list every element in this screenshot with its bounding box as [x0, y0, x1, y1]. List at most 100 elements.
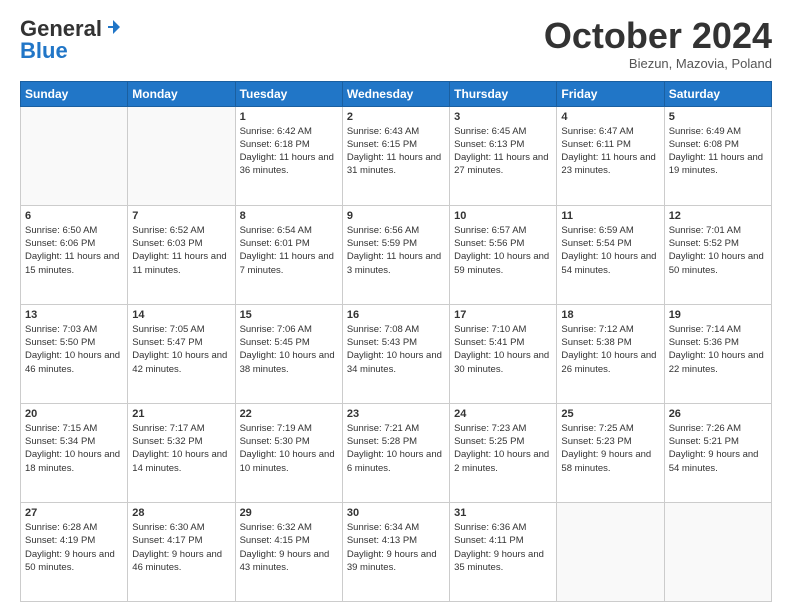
col-thursday: Thursday [450, 81, 557, 106]
day-number: 24 [454, 408, 552, 420]
day-number: 16 [347, 309, 445, 321]
day-number: 18 [561, 309, 659, 321]
logo: General Blue [20, 16, 122, 64]
day-number: 23 [347, 408, 445, 420]
day-cell-0-5: 4Sunrise: 6:47 AM Sunset: 6:11 PM Daylig… [557, 106, 664, 205]
day-info: Sunrise: 6:57 AM Sunset: 5:56 PM Dayligh… [454, 224, 552, 277]
day-number: 9 [347, 210, 445, 222]
day-cell-1-3: 9 Sunrise: 6:56 AM Sunset: 5:59 PM Daylig… [342, 205, 449, 304]
day-cell-1-4: 10 Sunrise: 6:57 AM Sunset: 5:56 PM Dayli… [450, 205, 557, 304]
day-cell-2-1: 14Sunrise: 7:05 AM Sunset: 5:47 PM Dayli… [128, 304, 235, 403]
day-cell-0-1 [128, 106, 235, 205]
day-cell-2-2: 15Sunrise: 7:06 AM Sunset: 5:45 PM Dayli… [235, 304, 342, 403]
day-info: Sunrise: 7:06 AM Sunset: 5:45 PM Dayligh… [240, 323, 338, 376]
day-number: 4 [561, 111, 659, 123]
day-cell-0-6: 5 Sunrise: 6:49 AM Sunset: 6:08 PM Daylig… [664, 106, 771, 205]
day-info: Sunrise: 7:21 AM Sunset: 5:28 PM Dayligh… [347, 422, 445, 475]
day-cell-0-4: 3 Sunrise: 6:45 AM Sunset: 6:13 PM Daylig… [450, 106, 557, 205]
location-subtitle: Biezun, Mazovia, Poland [544, 56, 772, 71]
day-info: Sunrise: 6:28 AM Sunset: 4:19 PM Dayligh… [25, 521, 123, 574]
day-number: 8 [240, 210, 338, 222]
day-info: Sunrise: 7:25 AM Sunset: 5:23 PM Dayligh… [561, 422, 659, 475]
day-number: 26 [669, 408, 767, 420]
day-number: 30 [347, 507, 445, 519]
day-cell-4-6 [664, 502, 771, 601]
day-cell-0-0 [21, 106, 128, 205]
day-info: Sunrise: 6:56 AM Sunset: 5:59 PM Dayligh… [347, 224, 445, 277]
day-number: 6 [25, 210, 123, 222]
day-number: 7 [132, 210, 230, 222]
day-cell-3-0: 20Sunrise: 7:15 AM Sunset: 5:34 PM Dayli… [21, 403, 128, 502]
day-cell-3-4: 24 Sunrise: 7:23 AM Sunset: 5:25 PM Dayli… [450, 403, 557, 502]
col-sunday: Sunday [21, 81, 128, 106]
calendar-header-row: Sunday Monday Tuesday Wednesday Thursday… [21, 81, 772, 106]
day-cell-0-2: 1 Sunrise: 6:42 AM Sunset: 6:18 PM Daylig… [235, 106, 342, 205]
week-row-4: 20Sunrise: 7:15 AM Sunset: 5:34 PM Dayli… [21, 403, 772, 502]
day-number: 28 [132, 507, 230, 519]
day-number: 3 [454, 111, 552, 123]
day-info: Sunrise: 7:10 AM Sunset: 5:41 PM Dayligh… [454, 323, 552, 376]
day-info: Sunrise: 6:30 AM Sunset: 4:17 PM Dayligh… [132, 521, 230, 574]
day-cell-3-3: 23 Sunrise: 7:21 AM Sunset: 5:28 PM Dayli… [342, 403, 449, 502]
day-number: 5 [669, 111, 767, 123]
day-cell-4-2: 29 Sunrise: 6:32 AM Sunset: 4:15 PM Dayli… [235, 502, 342, 601]
week-row-1: 1 Sunrise: 6:42 AM Sunset: 6:18 PM Daylig… [21, 106, 772, 205]
day-cell-4-4: 31Sunrise: 6:36 AM Sunset: 4:11 PM Dayli… [450, 502, 557, 601]
day-cell-1-5: 11 Sunrise: 6:59 AM Sunset: 5:54 PM Dayli… [557, 205, 664, 304]
day-info: Sunrise: 7:12 AM Sunset: 5:38 PM Dayligh… [561, 323, 659, 376]
col-saturday: Saturday [664, 81, 771, 106]
day-cell-2-5: 18 Sunrise: 7:12 AM Sunset: 5:38 PM Dayli… [557, 304, 664, 403]
header: General Blue October 2024 Biezun, Mazovi… [20, 16, 772, 71]
day-info: Sunrise: 6:32 AM Sunset: 4:15 PM Dayligh… [240, 521, 338, 574]
day-number: 20 [25, 408, 123, 420]
day-number: 13 [25, 309, 123, 321]
week-row-5: 27Sunrise: 6:28 AM Sunset: 4:19 PM Dayli… [21, 502, 772, 601]
day-cell-4-5 [557, 502, 664, 601]
day-cell-2-4: 17 Sunrise: 7:10 AM Sunset: 5:41 PM Dayli… [450, 304, 557, 403]
day-info: Sunrise: 6:49 AM Sunset: 6:08 PM Dayligh… [669, 125, 767, 178]
day-info: Sunrise: 6:36 AM Sunset: 4:11 PM Dayligh… [454, 521, 552, 574]
day-number: 1 [240, 111, 338, 123]
title-block: October 2024 Biezun, Mazovia, Poland [544, 16, 772, 71]
col-friday: Friday [557, 81, 664, 106]
day-number: 10 [454, 210, 552, 222]
day-number: 25 [561, 408, 659, 420]
week-row-3: 13 Sunrise: 7:03 AM Sunset: 5:50 PM Dayli… [21, 304, 772, 403]
day-cell-1-2: 8Sunrise: 6:54 AM Sunset: 6:01 PM Daylig… [235, 205, 342, 304]
day-info: Sunrise: 6:42 AM Sunset: 6:18 PM Dayligh… [240, 125, 338, 178]
col-tuesday: Tuesday [235, 81, 342, 106]
day-number: 14 [132, 309, 230, 321]
day-number: 29 [240, 507, 338, 519]
day-info: Sunrise: 7:17 AM Sunset: 5:32 PM Dayligh… [132, 422, 230, 475]
week-row-2: 6 Sunrise: 6:50 AM Sunset: 6:06 PM Daylig… [21, 205, 772, 304]
day-cell-0-3: 2Sunrise: 6:43 AM Sunset: 6:15 PM Daylig… [342, 106, 449, 205]
day-cell-4-1: 28 Sunrise: 6:30 AM Sunset: 4:17 PM Dayli… [128, 502, 235, 601]
page: General Blue October 2024 Biezun, Mazovi… [0, 0, 792, 612]
day-info: Sunrise: 7:23 AM Sunset: 5:25 PM Dayligh… [454, 422, 552, 475]
day-cell-3-2: 22Sunrise: 7:19 AM Sunset: 5:30 PM Dayli… [235, 403, 342, 502]
day-number: 17 [454, 309, 552, 321]
day-cell-3-5: 25 Sunrise: 7:25 AM Sunset: 5:23 PM Dayli… [557, 403, 664, 502]
day-info: Sunrise: 6:45 AM Sunset: 6:13 PM Dayligh… [454, 125, 552, 178]
day-cell-4-0: 27Sunrise: 6:28 AM Sunset: 4:19 PM Dayli… [21, 502, 128, 601]
day-cell-1-0: 6 Sunrise: 6:50 AM Sunset: 6:06 PM Daylig… [21, 205, 128, 304]
day-cell-2-6: 19Sunrise: 7:14 AM Sunset: 5:36 PM Dayli… [664, 304, 771, 403]
day-info: Sunrise: 7:14 AM Sunset: 5:36 PM Dayligh… [669, 323, 767, 376]
col-wednesday: Wednesday [342, 81, 449, 106]
day-number: 21 [132, 408, 230, 420]
day-info: Sunrise: 7:03 AM Sunset: 5:50 PM Dayligh… [25, 323, 123, 376]
col-monday: Monday [128, 81, 235, 106]
day-number: 2 [347, 111, 445, 123]
day-info: Sunrise: 6:50 AM Sunset: 6:06 PM Dayligh… [25, 224, 123, 277]
day-info: Sunrise: 6:52 AM Sunset: 6:03 PM Dayligh… [132, 224, 230, 277]
day-cell-3-1: 21 Sunrise: 7:17 AM Sunset: 5:32 PM Dayli… [128, 403, 235, 502]
day-cell-4-3: 30Sunrise: 6:34 AM Sunset: 4:13 PM Dayli… [342, 502, 449, 601]
day-cell-1-1: 7 Sunrise: 6:52 AM Sunset: 6:03 PM Daylig… [128, 205, 235, 304]
day-info: Sunrise: 7:26 AM Sunset: 5:21 PM Dayligh… [669, 422, 767, 475]
day-number: 11 [561, 210, 659, 222]
logo-icon [104, 18, 122, 36]
logo-blue: Blue [20, 38, 68, 64]
day-info: Sunrise: 7:08 AM Sunset: 5:43 PM Dayligh… [347, 323, 445, 376]
day-info: Sunrise: 6:59 AM Sunset: 5:54 PM Dayligh… [561, 224, 659, 277]
day-cell-3-6: 26 Sunrise: 7:26 AM Sunset: 5:21 PM Dayli… [664, 403, 771, 502]
